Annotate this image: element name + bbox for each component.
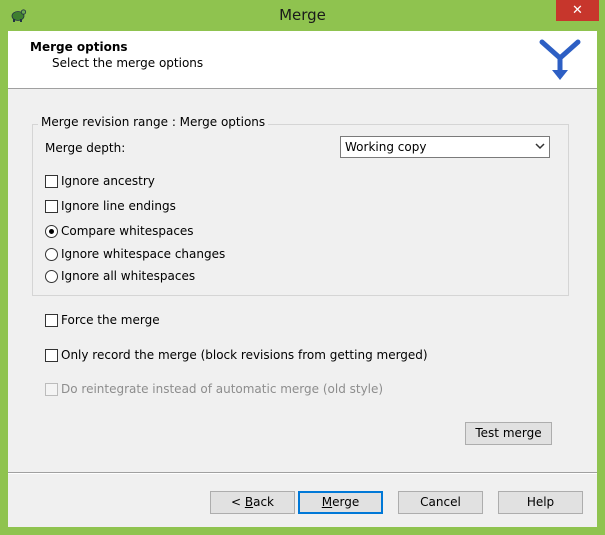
footer-separator xyxy=(8,472,597,474)
merge-depth-select[interactable]: Working copy xyxy=(340,136,550,158)
back-button-prefix: < xyxy=(230,495,245,509)
record-only-checkbox[interactable] xyxy=(45,349,58,362)
chevron-down-icon xyxy=(535,143,545,150)
ignore-whitespace-changes-radio[interactable] xyxy=(45,248,58,261)
reintegrate-label: Do reintegrate instead of automatic merg… xyxy=(61,382,384,396)
radio-selected-dot xyxy=(49,229,54,234)
cancel-button[interactable]: Cancel xyxy=(398,491,483,514)
merge-button[interactable]: Merge xyxy=(298,491,383,514)
ignore-line-endings-label[interactable]: Ignore line endings xyxy=(61,199,176,213)
compare-whitespaces-label[interactable]: Compare whitespaces xyxy=(61,224,194,238)
ignore-ancestry-checkbox[interactable] xyxy=(45,175,58,188)
close-button[interactable]: ✕ xyxy=(556,0,599,21)
back-button[interactable]: < Back xyxy=(210,491,295,514)
header-title: Merge options xyxy=(30,40,128,54)
wizard-header: Merge options Select the merge options xyxy=(8,31,597,89)
ignore-ancestry-label[interactable]: Ignore ancestry xyxy=(61,174,155,188)
reintegrate-checkbox xyxy=(45,383,58,396)
merge-depth-label: Merge depth: xyxy=(45,141,126,155)
dialog-client-area: Merge options Select the merge options M… xyxy=(8,31,597,527)
window-title: Merge xyxy=(279,6,326,24)
title-bar[interactable]: Merge ✕ xyxy=(0,0,605,31)
merge-button-rest: erge xyxy=(332,495,360,509)
merge-icon xyxy=(539,39,581,80)
ignore-line-endings-checkbox[interactable] xyxy=(45,200,58,213)
group-legend: Merge revision range : Merge options xyxy=(38,115,269,129)
ignore-all-whitespaces-radio[interactable] xyxy=(45,270,58,283)
merge-button-mnemonic: M xyxy=(321,495,333,509)
force-merge-label[interactable]: Force the merge xyxy=(61,313,160,327)
test-merge-button[interactable]: Test merge xyxy=(465,422,552,445)
force-merge-checkbox[interactable] xyxy=(45,314,58,327)
record-only-label[interactable]: Only record the merge (block revisions f… xyxy=(61,348,428,362)
ignore-all-whitespaces-label[interactable]: Ignore all whitespaces xyxy=(61,269,195,283)
header-subtitle: Select the merge options xyxy=(52,56,204,70)
merge-depth-value: Working copy xyxy=(345,140,427,154)
merge-dialog-window: Merge ✕ Merge options Select the merge o… xyxy=(0,0,605,535)
help-button[interactable]: Help xyxy=(498,491,583,514)
back-button-rest: ack xyxy=(253,495,274,509)
back-button-mnemonic: B xyxy=(244,495,254,509)
ignore-whitespace-changes-label[interactable]: Ignore whitespace changes xyxy=(61,247,225,261)
compare-whitespaces-radio[interactable] xyxy=(45,225,58,238)
